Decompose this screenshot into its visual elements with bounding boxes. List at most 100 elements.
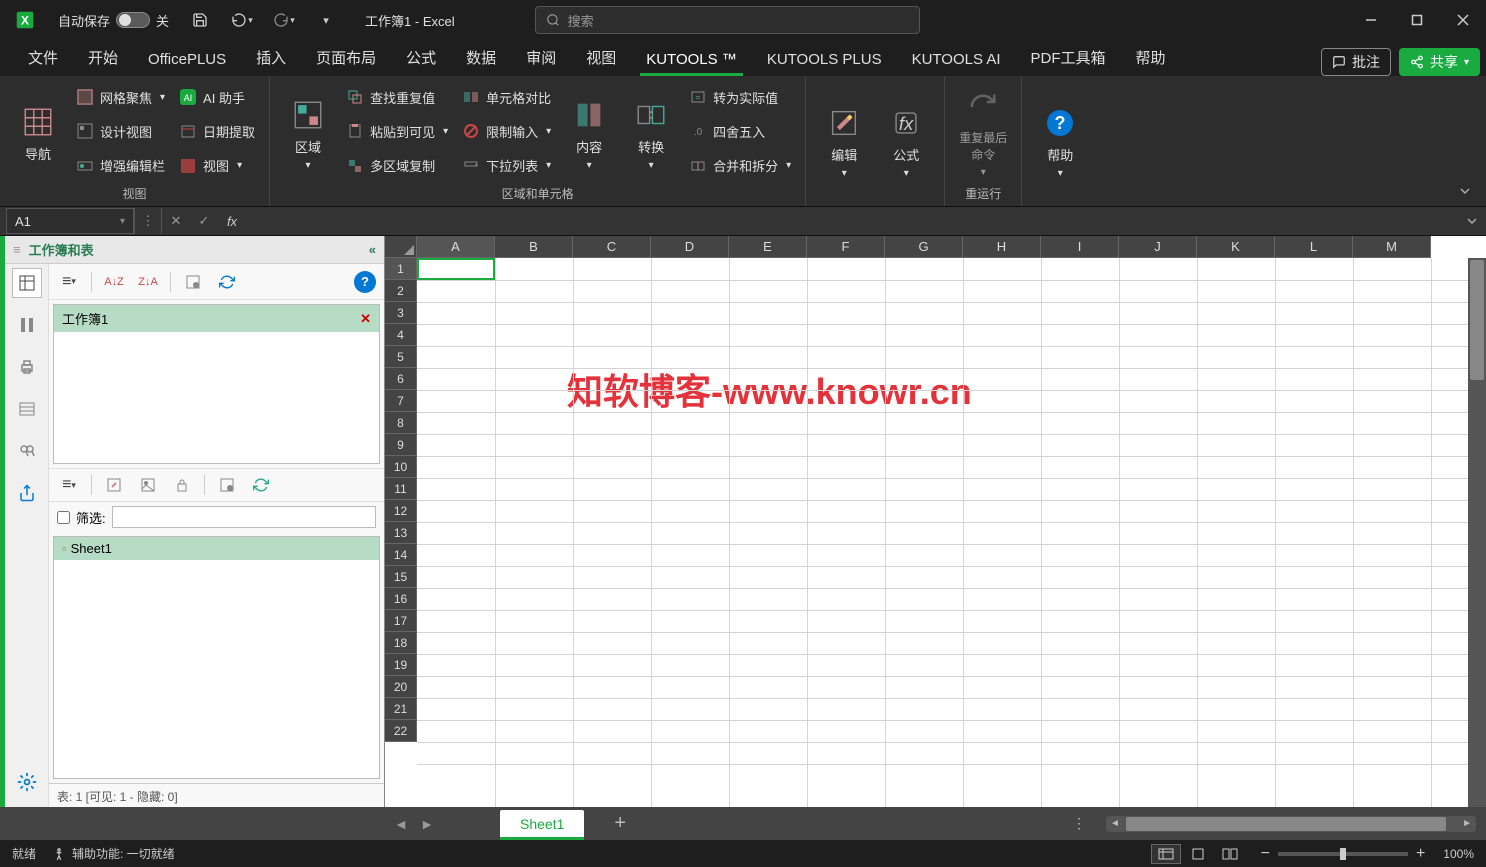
row-header-3[interactable]: 3 xyxy=(385,302,417,324)
zoom-out-icon[interactable]: − xyxy=(1261,845,1270,863)
redo-icon[interactable]: ▾ xyxy=(267,7,301,33)
rail-print-icon[interactable] xyxy=(12,352,42,382)
tab-file[interactable]: 文件 xyxy=(14,39,72,76)
content-button[interactable]: 内容▾ xyxy=(561,80,617,183)
col-header-B[interactable]: B xyxy=(495,236,573,258)
panel-collapse-icon[interactable]: « xyxy=(369,242,376,257)
to-actual-button[interactable]: =转为实际值 xyxy=(685,83,795,111)
sort-list-icon[interactable]: ≡▾ xyxy=(57,270,81,294)
zoom-thumb[interactable] xyxy=(1340,848,1346,860)
maximize-button[interactable] xyxy=(1394,0,1440,40)
vertical-scroll-thumb[interactable] xyxy=(1470,260,1484,380)
row-header-14[interactable]: 14 xyxy=(385,544,417,566)
tab-kutools-ai[interactable]: KUTOOLS AI xyxy=(898,43,1015,76)
view-normal-icon[interactable] xyxy=(1151,844,1181,864)
tab-kutools-plus[interactable]: KUTOOLS PLUS xyxy=(753,43,896,76)
row-header-2[interactable]: 2 xyxy=(385,280,417,302)
enhance-editbar-button[interactable]: 增强编辑栏 xyxy=(72,152,169,180)
row-header-4[interactable]: 4 xyxy=(385,324,417,346)
row-header-1[interactable]: 1 xyxy=(385,258,417,280)
refresh2-icon[interactable] xyxy=(249,473,273,497)
col-header-C[interactable]: C xyxy=(573,236,651,258)
fb-fx-icon[interactable]: fx xyxy=(218,208,246,234)
sheet-tab-1[interactable]: Sheet1 xyxy=(500,810,584,838)
area-button[interactable]: 区域▾ xyxy=(280,80,336,183)
share-button[interactable]: 共享▾ xyxy=(1399,48,1480,76)
dropdown-list-button[interactable]: 下拉列表▾ xyxy=(458,152,555,180)
row-header-18[interactable]: 18 xyxy=(385,632,417,654)
image-sheet-icon[interactable] xyxy=(136,473,160,497)
refresh-icon[interactable] xyxy=(215,270,239,294)
search-box[interactable]: 搜索 xyxy=(535,6,920,34)
view-page-layout-icon[interactable] xyxy=(1183,844,1213,864)
row-header-13[interactable]: 13 xyxy=(385,522,417,544)
row-header-9[interactable]: 9 xyxy=(385,434,417,456)
col-header-D[interactable]: D xyxy=(651,236,729,258)
panel-help-icon[interactable]: ? xyxy=(354,271,376,293)
tab-data[interactable]: 数据 xyxy=(452,39,510,76)
rail-gear-icon[interactable] xyxy=(12,767,42,797)
row-header-21[interactable]: 21 xyxy=(385,698,417,720)
row-header-22[interactable]: 22 xyxy=(385,720,417,742)
date-extract-button[interactable]: 日期提取 xyxy=(175,117,259,145)
col-header-E[interactable]: E xyxy=(729,236,807,258)
filter-checkbox[interactable] xyxy=(57,511,70,524)
name-box[interactable]: A1 ▾ xyxy=(6,208,134,234)
nav-button[interactable]: 导航 xyxy=(10,80,66,183)
sheet-list[interactable]: ▫Sheet1 xyxy=(53,536,380,779)
paste-visible-button[interactable]: 粘贴到可见▾ xyxy=(342,117,452,145)
merge-split-button[interactable]: 合并和拆分▾ xyxy=(685,152,795,180)
sheet-next-icon[interactable]: ► xyxy=(414,811,440,837)
col-header-I[interactable]: I xyxy=(1041,236,1119,258)
row-header-6[interactable]: 6 xyxy=(385,368,417,390)
lock-sheet-icon[interactable] xyxy=(170,473,194,497)
formula-button[interactable]: fx 公式▾ xyxy=(878,80,934,200)
row-header-5[interactable]: 5 xyxy=(385,346,417,368)
cell-compare-button[interactable]: 单元格对比 xyxy=(458,83,555,111)
filter-input[interactable] xyxy=(112,506,376,528)
sheet-item[interactable]: ▫Sheet1 xyxy=(54,537,379,560)
workbook-close-icon[interactable]: ✕ xyxy=(360,311,371,327)
row-header-10[interactable]: 10 xyxy=(385,456,417,478)
tab-home[interactable]: 开始 xyxy=(74,39,132,76)
horizontal-scroll-thumb[interactable] xyxy=(1126,817,1446,831)
multi-area-copy-button[interactable]: 多区域复制 xyxy=(342,152,452,180)
col-header-L[interactable]: L xyxy=(1275,236,1353,258)
col-header-H[interactable]: H xyxy=(963,236,1041,258)
save-icon[interactable] xyxy=(183,7,217,33)
close-button[interactable] xyxy=(1440,0,1486,40)
fb-enter-icon[interactable]: ✓ xyxy=(190,208,218,234)
convert-button[interactable]: 转换▾ xyxy=(623,80,679,183)
zoom-level[interactable]: 100% xyxy=(1443,847,1474,861)
row-header-16[interactable]: 16 xyxy=(385,588,417,610)
row-header-11[interactable]: 11 xyxy=(385,478,417,500)
fb-expand-icon[interactable]: ⋮ xyxy=(134,208,162,234)
tab-view[interactable]: 视图 xyxy=(572,39,630,76)
zoom-in-icon[interactable]: + xyxy=(1416,845,1425,863)
rail-columns-icon[interactable] xyxy=(12,310,42,340)
row-header-20[interactable]: 20 xyxy=(385,676,417,698)
rail-table-icon[interactable] xyxy=(12,394,42,424)
minimize-button[interactable] xyxy=(1348,0,1394,40)
workbook-item[interactable]: 工作簿1 ✕ xyxy=(54,305,379,332)
workbook-list[interactable]: 工作簿1 ✕ xyxy=(53,304,380,464)
grid-focus-button[interactable]: 网格聚焦▾ xyxy=(72,83,169,111)
col-header-G[interactable]: G xyxy=(885,236,963,258)
tab-insert[interactable]: 插入 xyxy=(242,39,300,76)
sort-za-icon[interactable]: Z↓A xyxy=(136,270,160,294)
limit-input-button[interactable]: 限制输入▾ xyxy=(458,117,555,145)
horizontal-scrollbar[interactable]: ◄ ► xyxy=(1106,816,1476,832)
edit-button[interactable]: 编辑▾ xyxy=(816,80,872,200)
fb-expand-button[interactable] xyxy=(1458,215,1486,227)
add-sheet-icon[interactable]: + xyxy=(614,812,626,835)
round-button[interactable]: .0四舍五入 xyxy=(685,117,795,145)
ai-helper-button[interactable]: AIAI 助手 xyxy=(175,83,259,111)
col-header-K[interactable]: K xyxy=(1197,236,1275,258)
tab-help[interactable]: 帮助 xyxy=(1122,39,1180,76)
drag-handle-icon[interactable]: ≡ xyxy=(13,242,21,257)
sheet-options-icon[interactable]: ⋮ xyxy=(1072,815,1086,832)
settings2-icon[interactable] xyxy=(215,473,239,497)
autosave-toggle[interactable] xyxy=(116,12,150,28)
col-header-J[interactable]: J xyxy=(1119,236,1197,258)
view-page-break-icon[interactable] xyxy=(1215,844,1245,864)
